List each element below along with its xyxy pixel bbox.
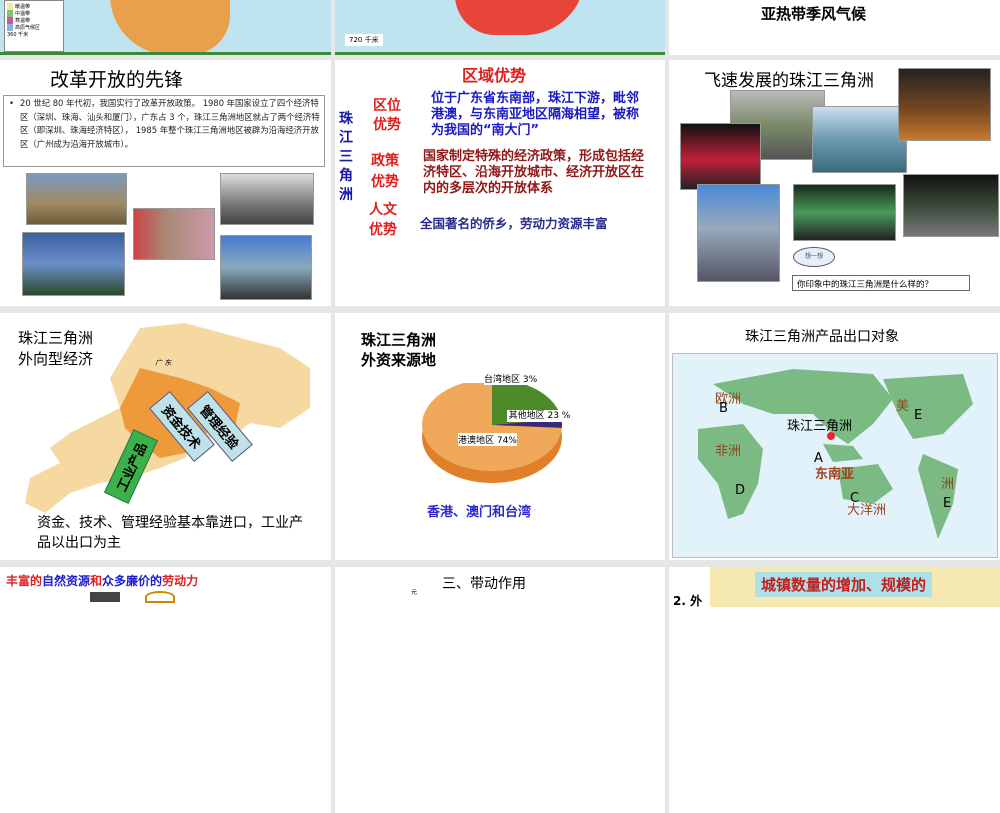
label-america: 美 — [896, 399, 910, 414]
slide-title: 珠江三角洲外向型经济 — [18, 328, 94, 370]
map-legend: 暖温带 中温带 寒温带 高原气候区 360 千米 — [4, 0, 64, 52]
photo-towers — [220, 235, 312, 300]
map-scale: 360 千米 — [7, 32, 29, 38]
slide-thumbnail-regional-advantage[interactable]: 区域优势 珠江三角洲 区位优势 位于广东省东南部，珠江下游，毗邻港澳，与东南亚地… — [335, 60, 665, 306]
slide-title: 珠江三角洲外资来源地 — [361, 330, 436, 370]
slide-caption: 亚热带季风气候 — [761, 5, 867, 23]
highlight-text: 城镇数量的增加、规模的 — [755, 572, 933, 597]
slide-thumbnail-climate[interactable]: 亚热带季风气候 — [669, 0, 1000, 55]
advantage-label: 人文优势 — [369, 202, 397, 238]
map-scale: 720 千米 — [345, 34, 383, 46]
slide-thumbnail-resources[interactable]: 丰富的自然资源和众多廉价的劳动力 — [0, 567, 331, 813]
label-b: B — [719, 401, 728, 416]
label-e: E — [914, 408, 923, 423]
slide-title: 飞速发展的珠江三角洲 — [704, 71, 874, 91]
advantage-text: 国家制定特殊的经济政策，形成包括经济特区、沿海开放城市、经济开放区在内的多层次的… — [423, 149, 645, 196]
title-part: 众多廉价的 — [102, 574, 163, 588]
thought-bubble: 想一想 — [793, 247, 835, 267]
map-region — [110, 0, 230, 55]
label-prd: 珠江三角洲 — [787, 419, 853, 434]
cartoon-image — [90, 592, 120, 602]
slide-thumbnail-pioneer[interactable]: 改革开放的先锋 • 20 世纪 80 年代初，我国实行了改革开放政策。 1980 … — [0, 60, 331, 306]
photo-exhibition — [903, 174, 999, 237]
legend-item: 暖温带 — [7, 3, 61, 10]
slide-title: 珠江三角洲产品出口对象 — [745, 329, 899, 345]
advantage-label: 区位优势 — [373, 98, 401, 133]
title-line: 外向型经济 — [18, 350, 94, 368]
label-africa: 非洲 — [715, 444, 742, 459]
title-part: 自然资源 — [42, 574, 91, 588]
title-line: 外资来源地 — [361, 351, 437, 369]
photo-skyline — [22, 232, 125, 296]
pie-label: 台湾地区 3% — [484, 372, 538, 385]
slide-thumbnail-driving-role[interactable]: 元 三、带动作用 — [335, 567, 665, 813]
slide-thumbnail-export-economy[interactable]: 珠江三角洲 外向型经济 广 东 资金技术 管理经验 工业产品 资金、技术、管理经验… — [0, 313, 331, 560]
label-southeast-asia: 东南亚 — [815, 467, 855, 482]
advantage-label: 政策优势 — [371, 153, 399, 190]
title-line: 珠江三角洲 — [361, 331, 437, 349]
slide-caption: 香港、澳门和台湾 — [427, 505, 532, 520]
slide-thumbnail-rapid-development[interactable]: 飞速发展的珠江三角洲 想一想 你印象中的珠江三角洲是什么样的？ — [669, 60, 1000, 306]
map-region — [455, 0, 585, 35]
photo-skyline — [697, 184, 780, 282]
title-part: 劳动力 — [162, 574, 199, 588]
slide-thumbnail-foreign-capital[interactable]: 珠江三角洲外资来源地 台湾地区 3% 其他地区 23 % 港澳地区 74% 香港… — [335, 313, 665, 560]
slide-thumbnail-towns[interactable]: 2. 外 城镇数量的增加、规模的 — [669, 567, 1000, 813]
advantage-text: 全国著名的侨乡，劳动力资源丰富 — [420, 216, 608, 231]
label-d: D — [735, 483, 746, 498]
slide-title: 丰富的自然资源和众多廉价的劳动力 — [6, 572, 198, 589]
photo-city-bw — [220, 173, 314, 225]
label-america: 洲 — [941, 477, 955, 492]
pie-label: 港澳地区 74% — [458, 433, 517, 446]
slide-title: 改革开放的先锋 — [50, 69, 184, 91]
photo-night-city — [898, 68, 991, 141]
side-label: 珠江三角洲 — [339, 111, 353, 203]
legend-item: 高原气候区 — [7, 24, 61, 31]
title-part: 丰富的 — [6, 574, 43, 588]
province-label: 广 东 — [155, 359, 172, 367]
label-oceania: 大洋洲 — [847, 503, 887, 518]
slide-caption: 资金、技术、管理经验基本靠进口，工业产品以出口为主 — [37, 515, 303, 551]
text-box: • 20 世纪 80 年代初，我国实行了改革开放政策。 1980 年国家设立了四个… — [3, 95, 325, 167]
legend-item: 寒温带 — [7, 17, 61, 24]
title-part: 和 — [90, 574, 103, 588]
slide-title: 三、带动作用 — [442, 576, 526, 592]
legend-item: 中温带 — [7, 10, 61, 17]
advantage-text: 位于广东省东南部，珠江下游，毗邻港澳，与东南亚地区隔海相望，被称为我国的“南大门… — [431, 91, 640, 138]
photo-interior — [793, 184, 896, 241]
slide-title: 区域优势 — [462, 66, 527, 85]
slide-text: 2. 外 — [673, 594, 703, 608]
slide-thumbnail-map-subtropical[interactable]: 720 千米 — [335, 0, 665, 55]
axis-label: 元 — [411, 589, 418, 596]
photo-people — [133, 208, 215, 260]
cartoon-image — [145, 591, 175, 603]
label-e: E — [943, 496, 952, 511]
pie-label: 其他地区 23 % — [507, 410, 572, 422]
photo-theater — [680, 123, 761, 190]
question-box: 你印象中的珠江三角洲是什么样的？ — [792, 275, 970, 291]
slide-thumbnail-export-targets[interactable]: 珠江三角洲产品出口对象 欧洲 B 珠江三角洲 非洲 A 东南亚 D C 大洋洲 … — [669, 313, 1000, 560]
photo-factory — [812, 106, 907, 173]
title-line: 珠江三角洲 — [18, 329, 94, 347]
bullet-text: 20 世纪 80 年代初，我国实行了改革开放政策。 1980 年国家设立了四个经… — [20, 98, 320, 149]
slide-thumbnail-map-temperate[interactable]: 暖温带 中温带 寒温带 高原气候区 360 千米 — [0, 0, 331, 55]
photo-construction — [26, 173, 127, 225]
